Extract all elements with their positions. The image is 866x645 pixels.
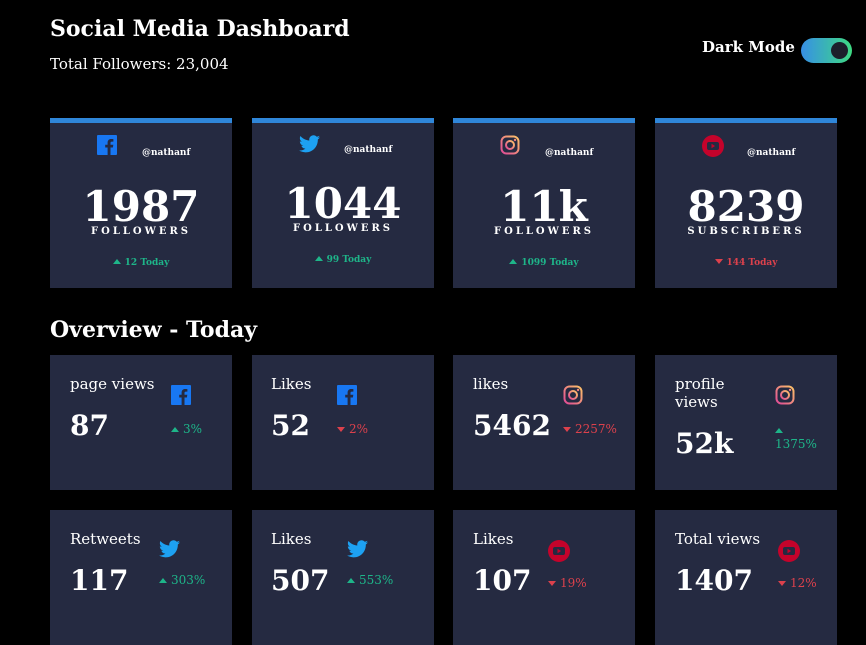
today-value: 12 Today [124,258,170,268]
today-value: 144 Today [726,258,778,268]
facebook-card[interactable]: @nathanf 1987 FOLLOWERS 12 Today [50,118,232,288]
metric-value: 507 [271,564,330,597]
change-value: 553% [359,573,394,587]
today-value: 1099 Today [521,258,579,268]
count-unit: FOLLOWERS [293,223,393,234]
handle: @nathanf [142,148,191,158]
change-value: 303% [171,573,206,587]
overview-card[interactable]: Retweets 117 303% [50,510,232,645]
total-followers: Total Followers: 23,004 [50,55,229,73]
metric-value: 117 [70,564,129,597]
metric-change: 12% [778,576,817,590]
arrow-down-icon [563,427,571,432]
today-change: 99 Today [252,255,434,265]
follower-count: 1044 [284,179,402,228]
instagram-card[interactable]: @nathanf 11k FOLLOWERS 1099 Today [453,118,635,288]
arrow-up-icon [112,259,121,264]
arrow-up-icon [171,427,179,432]
instagram-icon [563,385,583,405]
facebook-icon [337,385,357,405]
metric-label: Retweets [70,530,141,548]
count-unit: SUBSCRIBERS [687,226,805,237]
today-change: 1099 Today [453,258,635,268]
metric-value: 1407 [675,564,753,597]
metric-label: Likes [271,375,312,393]
overview-card[interactable]: likes 5462 2257% [453,355,635,490]
youtube-icon [778,540,800,562]
change-value: 19% [560,576,587,590]
metric-label: profile views [675,375,725,411]
youtube-icon [702,135,724,157]
metric-label: likes [473,375,509,393]
overview-title: Overview - Today [50,317,258,343]
metric-label: page views [70,375,155,393]
arrow-down-icon [337,427,345,432]
overview-card[interactable]: Likes 52 2% [252,355,434,490]
metric-change: 553% [347,573,393,587]
change-value: 12% [790,576,817,590]
arrow-up-icon [775,428,783,433]
twitter-icon [159,540,180,558]
follower-count: 1987 [82,182,200,231]
dark-mode-label: Dark Mode [702,38,795,56]
toggle-knob [831,42,848,59]
today-value: 99 Today [326,255,372,265]
arrow-down-icon [778,581,786,586]
twitter-icon [299,135,320,153]
change-value: 2% [349,422,369,436]
overview-card[interactable]: Total views 1407 12% [655,510,837,645]
metric-label: Likes [271,530,312,548]
count-unit: FOLLOWERS [91,226,191,237]
facebook-icon [97,135,117,155]
change-value: 3% [183,422,203,436]
handle: @nathanf [344,145,393,155]
metric-label: Likes [473,530,514,548]
handle: @nathanf [545,148,594,158]
today-change: 12 Today [50,258,232,268]
arrow-up-icon [159,578,167,583]
metric-value: 52 [271,409,310,442]
metric-change: 2% [337,422,368,436]
twitter-card[interactable]: @nathanf 1044 FOLLOWERS 99 Today [252,118,434,288]
metric-change: 1375% [775,423,827,451]
metric-label: Total views [675,530,761,548]
arrow-up-icon [314,256,323,261]
metric-value: 87 [70,409,109,442]
overview-card[interactable]: Likes 507 553% [252,510,434,645]
facebook-icon [171,385,191,405]
overview-card[interactable]: Likes 107 19% [453,510,635,645]
subscriber-count: 8239 [687,182,805,231]
page-title: Social Media Dashboard [50,16,350,42]
change-value: 1375% [775,437,817,451]
follower-count: 11k [500,182,588,231]
dark-mode-toggle[interactable] [801,38,852,63]
arrow-up-icon [509,259,518,264]
overview-card[interactable]: profile views 52k 1375% [655,355,837,490]
metric-change: 2257% [563,422,617,436]
instagram-icon [500,135,520,155]
arrow-down-icon [714,259,723,264]
change-value: 2257% [575,422,617,436]
arrow-up-icon [347,578,355,583]
arrow-down-icon [548,581,556,586]
today-change: 144 Today [655,258,837,268]
metric-value: 5462 [473,409,551,442]
overview-card[interactable]: page views 87 3% [50,355,232,490]
metric-value: 52k [675,427,734,460]
metric-change: 19% [548,576,587,590]
metric-value: 107 [473,564,532,597]
twitter-icon [347,540,368,558]
youtube-card[interactable]: @nathanf 8239 SUBSCRIBERS 144 Today [655,118,837,288]
handle: @nathanf [747,148,796,158]
count-unit: FOLLOWERS [494,226,594,237]
metric-change: 303% [159,573,205,587]
metric-change: 3% [171,422,202,436]
instagram-icon [775,385,795,405]
youtube-icon [548,540,570,562]
